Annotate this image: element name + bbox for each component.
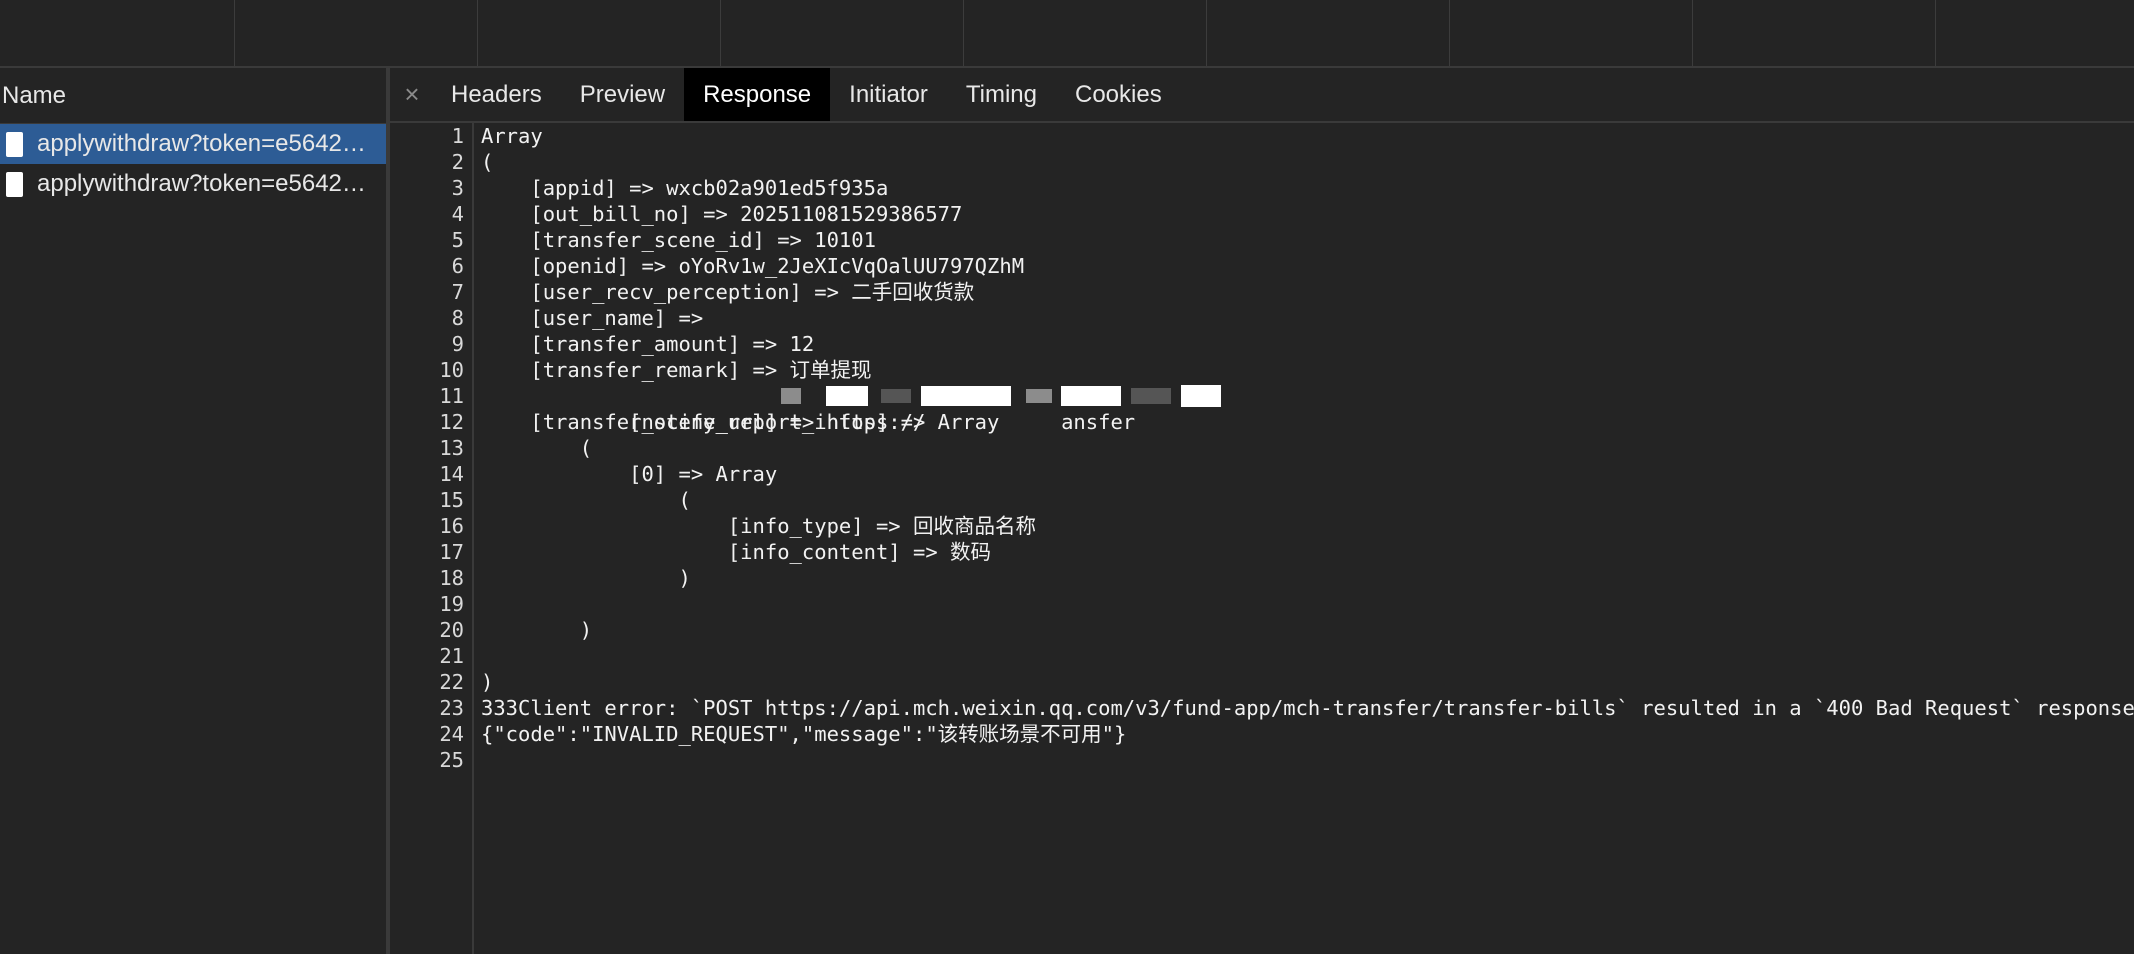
code-line: ) — [481, 670, 494, 694]
code-line: ( — [481, 488, 691, 512]
timeline-gridline — [1935, 0, 1936, 66]
tab-initiator[interactable]: Initiator — [830, 68, 947, 121]
line-number: 18 — [439, 566, 464, 590]
document-icon — [6, 131, 23, 157]
timeline-gridline — [963, 0, 964, 66]
network-timeline-overview[interactable] — [0, 0, 2134, 68]
request-name: applywithdraw?token=e5642… — [37, 130, 366, 157]
document-icon — [6, 171, 23, 197]
tab-preview[interactable]: Preview — [561, 68, 684, 121]
line-number: 19 — [439, 592, 464, 616]
line-number: 11 — [439, 384, 464, 408]
line-number: 12 — [439, 410, 464, 434]
line-number: 13 — [439, 436, 464, 460]
line-number: 17 — [439, 540, 464, 564]
request-row[interactable]: applywithdraw?token=e5642… — [0, 164, 386, 204]
line-number: 7 — [451, 280, 464, 304]
redaction-mark — [1026, 389, 1052, 403]
details-tabbar: × Headers Preview Response Initiator Tim… — [390, 68, 2134, 123]
timeline-gridline — [1206, 0, 1207, 66]
code-line: [transfer_remark] => 订单提现 — [481, 358, 872, 382]
response-body: Array ( [appid] => wxcb02a901ed5f935a [o… — [481, 123, 2134, 773]
line-number: 20 — [439, 618, 464, 642]
redaction-mark — [921, 386, 1011, 406]
redaction-mark — [826, 386, 868, 406]
request-list-panel: Name applywithdraw?token=e5642… applywit… — [0, 68, 386, 954]
line-number: 23 — [439, 696, 464, 720]
timeline-gridline — [1449, 0, 1450, 66]
line-number: 21 — [439, 644, 464, 668]
code-line: Array — [481, 124, 543, 148]
code-line: [transfer_amount] => 12 — [481, 332, 815, 356]
code-line: [user_name] => — [481, 306, 716, 330]
tab-response[interactable]: Response — [684, 68, 831, 121]
line-number-gutter: 1 2 3 4 5 6 7 8 9 10 11 12 13 14 15 16 1… — [390, 123, 474, 954]
redaction-mark — [1181, 385, 1221, 407]
code-line: ( — [481, 436, 593, 460]
response-viewer[interactable]: 1 2 3 4 5 6 7 8 9 10 11 12 13 14 15 16 1… — [390, 123, 2134, 954]
line-number: 2 — [451, 150, 464, 174]
code-line: ( — [481, 150, 494, 174]
timeline-gridline — [234, 0, 235, 66]
code-line: [info_type] => 回收商品名称 — [481, 514, 1036, 538]
line-number: 10 — [439, 358, 464, 382]
code-line-redacted: [notify_url] => https:// ansfer — [481, 383, 2134, 434]
code-line: [transfer_scene_id] => 10101 — [481, 228, 876, 252]
line-number: 16 — [439, 514, 464, 538]
code-line: 333Client error: `POST https://api.mch.w… — [481, 696, 2134, 720]
redaction-mark — [1131, 388, 1171, 404]
redaction-mark — [881, 389, 911, 403]
code-line: [user_recv_perception] => 二手回收货款 — [481, 280, 975, 304]
line-number: 15 — [439, 488, 464, 512]
line-number: 8 — [451, 306, 464, 330]
request-row[interactable]: applywithdraw?token=e5642… — [0, 124, 386, 164]
request-details-panel: × Headers Preview Response Initiator Tim… — [390, 68, 2134, 954]
code-line: ) — [481, 618, 593, 642]
line-number: 9 — [451, 332, 464, 356]
redaction-mark — [1061, 386, 1121, 406]
close-icon[interactable]: × — [392, 68, 432, 121]
line-number: 4 — [451, 202, 464, 226]
code-line: [openid] => oYoRv1w_2JeXIcVqOalUU797QZhM — [481, 254, 1025, 278]
line-number: 25 — [439, 748, 464, 772]
code-line: [info_content] => 数码 — [481, 540, 991, 564]
timeline-gridline — [720, 0, 721, 66]
name-column-header[interactable]: Name — [0, 68, 386, 124]
line-number: 3 — [451, 176, 464, 200]
tab-timing[interactable]: Timing — [947, 68, 1056, 121]
code-line: [0] => Array — [481, 462, 778, 486]
request-name: applywithdraw?token=e5642… — [37, 170, 366, 197]
line-number: 22 — [439, 670, 464, 694]
tab-headers[interactable]: Headers — [432, 68, 561, 121]
line-number: 5 — [451, 228, 464, 252]
line-number: 1 — [451, 124, 464, 148]
code-line: {"code":"INVALID_REQUEST","message":"该转账… — [481, 722, 1127, 746]
timeline-gridline — [477, 0, 478, 66]
tab-cookies[interactable]: Cookies — [1056, 68, 1181, 121]
redaction-mark — [781, 388, 801, 404]
code-line: [out_bill_no] => 202511081529386577 — [481, 202, 963, 226]
line-number: 24 — [439, 722, 464, 746]
code-line: [appid] => wxcb02a901ed5f935a — [481, 176, 889, 200]
code-line: ) — [481, 566, 691, 590]
line-number: 6 — [451, 254, 464, 278]
timeline-gridline — [1692, 0, 1693, 66]
line-number: 14 — [439, 462, 464, 486]
code-line: [transfer_scene_report_infos] => Array — [481, 410, 1000, 434]
